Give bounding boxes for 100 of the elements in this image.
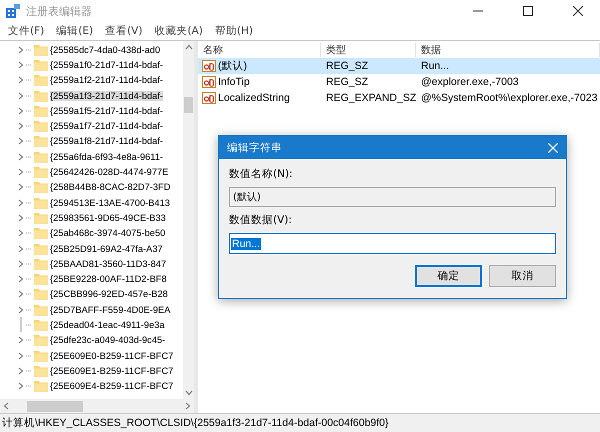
tree-item[interactable]: {2559a1f8-21d7-11d4-bdaf- [50, 136, 164, 146]
chevron-icon[interactable] [18, 229, 24, 238]
folder-icon [34, 135, 48, 148]
tree-connector-icon [26, 48, 32, 51]
chevron-icon[interactable] [18, 137, 24, 146]
tree-connector-icon [26, 79, 32, 82]
tree-item[interactable]: {25585dc7-4da0-438d-ad0 [50, 44, 160, 55]
chevron-icon[interactable] [18, 92, 24, 100]
tree-connector-icon [26, 248, 32, 250]
tree-item[interactable]: {2559a1f0-21d7-11d4-bdaf- [50, 60, 164, 70]
chevron-icon[interactable] [18, 244, 24, 252]
tree-item[interactable]: {255a6fda-6f93-4e8a-9611- [50, 152, 164, 162]
column-header[interactable]: 类型 [321, 42, 416, 56]
chevron-icon[interactable] [18, 290, 24, 298]
value-row[interactable]: InfoTip REG_SZ @explorer.exe,-7003 [198, 74, 600, 90]
tree-item[interactable]: {25D7BAFF-F559-4D0E-9EA [50, 304, 170, 315]
tree-item[interactable]: {2559a1f2-21d7-11d4-bdaf- [50, 75, 164, 86]
tree-item[interactable]: {25E609E0-B259-11CF-BFC7 [50, 350, 174, 361]
string-value-icon [202, 60, 216, 72]
chevron-icon[interactable] [18, 260, 24, 268]
folder-icon [34, 318, 48, 331]
maximize-icon[interactable] [523, 6, 533, 16]
chevron-icon[interactable] [18, 122, 24, 130]
tree-item[interactable]: {25CBB996-92ED-457e-B28 [50, 289, 168, 300]
scroll-thumb[interactable] [27, 400, 83, 412]
dialog-button[interactable]: 取消 [489, 265, 556, 287]
tree-connector-icon [26, 64, 32, 66]
folder-icon [34, 212, 48, 224]
value-data-field[interactable]: Run... [229, 233, 556, 254]
value-name-field: (默认) [229, 187, 556, 207]
chevron-icon[interactable] [3, 402, 9, 410]
folder-icon [34, 90, 48, 102]
chevron-icon[interactable] [18, 306, 24, 314]
chevron-icon[interactable] [18, 352, 24, 360]
folder-icon [34, 58, 48, 71]
tree-connector-icon [26, 385, 32, 388]
string-value-icon [202, 76, 216, 88]
horizontal-scrollbar[interactable] [0, 399, 194, 413]
tree-connector-icon [26, 278, 32, 280]
chevron-icon[interactable] [18, 60, 24, 69]
chevron-icon[interactable] [18, 106, 24, 115]
scroll-thumb[interactable] [184, 97, 193, 113]
folder-icon [34, 166, 48, 178]
value-row[interactable]: LocalizedString REG_EXPAND_SZ @%SystemRoot%\explorer.exe,-7023 [198, 90, 600, 106]
tree-item[interactable]: {2559a1f7-21d7-11d4-bdaf- [50, 121, 164, 132]
chevron-icon[interactable] [18, 168, 24, 176]
menu-item[interactable]: 收藏夹(A) [148, 24, 209, 38]
tree-item[interactable]: {2594513E-13AE-4700-B413 [50, 198, 170, 208]
value-data: @%SystemRoot%\explorer.exe,-7023 [420, 92, 598, 104]
string-value-icon [202, 92, 216, 104]
column-header[interactable]: 名称 [198, 42, 321, 56]
folder-icon [34, 334, 48, 346]
chevron-icon[interactable] [18, 76, 24, 84]
folder-icon [34, 350, 48, 362]
chevron-icon[interactable] [18, 336, 24, 344]
value-row[interactable]: (默认) REG_SZ Run... [198, 58, 600, 74]
tree-connector-icon [26, 94, 32, 97]
tree-connector-icon [26, 202, 32, 204]
tree-connector-icon [26, 110, 32, 112]
field-label: 数值数据(V): [229, 213, 293, 227]
tree-item[interactable]: {25E609E1-B259-11CF-BFC7 [50, 366, 174, 376]
tree-item[interactable]: {25983561-9D65-49CE-B33 [50, 212, 166, 223]
menu-item[interactable]: 文件(F) [2, 24, 50, 38]
folder-icon [34, 304, 48, 316]
chevron-icon[interactable] [18, 198, 24, 207]
tree-item[interactable]: {2559a1f3-21d7-11d4-bdaf- [50, 90, 164, 101]
tree-item[interactable]: {25dead04-1eac-4911-9e3a [50, 320, 165, 330]
tree-item[interactable]: {258B44B8-8CAC-82D7-3FD [50, 182, 170, 192]
chevron-icon[interactable] [18, 152, 24, 161]
menu-item[interactable]: 查看(V) [99, 24, 148, 38]
tree-connector-icon [26, 125, 32, 128]
tree-item[interactable]: {25dfe23c-a049-403d-9c45- [50, 335, 166, 346]
vertical-scrollbar[interactable] [183, 41, 194, 399]
folder-icon [34, 150, 48, 163]
chevron-icon[interactable] [18, 183, 24, 192]
tree-item[interactable]: {25BAAD81-3560-11D3-847 [50, 258, 166, 269]
dialog-button[interactable]: 确定 [415, 265, 482, 287]
chevron-icon[interactable] [18, 275, 24, 284]
folder-icon [34, 120, 48, 132]
tree-item[interactable]: {25BE9228-00AF-11D2-BF8 [50, 274, 167, 284]
folder-icon [34, 227, 48, 240]
value-type: REG_SZ [325, 76, 370, 88]
close-icon[interactable] [573, 6, 583, 16]
folder-icon [34, 380, 48, 392]
tree-item[interactable]: {25E609E4-B259-11CF-BFC7 [50, 381, 174, 392]
chevron-icon[interactable] [18, 382, 24, 390]
menu-item[interactable]: 帮助(H) [208, 24, 259, 38]
chevron-icon[interactable] [18, 366, 24, 375]
chevron-icon[interactable] [18, 214, 24, 222]
folder-icon [34, 104, 48, 117]
tree-item[interactable]: {25ab468c-3974-4075-be50 [50, 228, 166, 238]
column-header[interactable]: 数据 [416, 42, 600, 56]
tree-item[interactable]: {2559a1f5-21d7-11d4-bdaf- [50, 106, 164, 116]
tree-item[interactable]: {25B25D91-69A2-47fa-A37 [50, 244, 163, 254]
chevron-icon[interactable] [184, 44, 192, 50]
menu-item[interactable]: 编辑(E) [50, 24, 100, 38]
value-data: Run... [420, 60, 450, 72]
chevron-icon[interactable] [18, 46, 24, 54]
tree-item[interactable]: {25642426-028D-4474-977E [50, 167, 168, 178]
value-name: LocalizedString [218, 92, 290, 104]
